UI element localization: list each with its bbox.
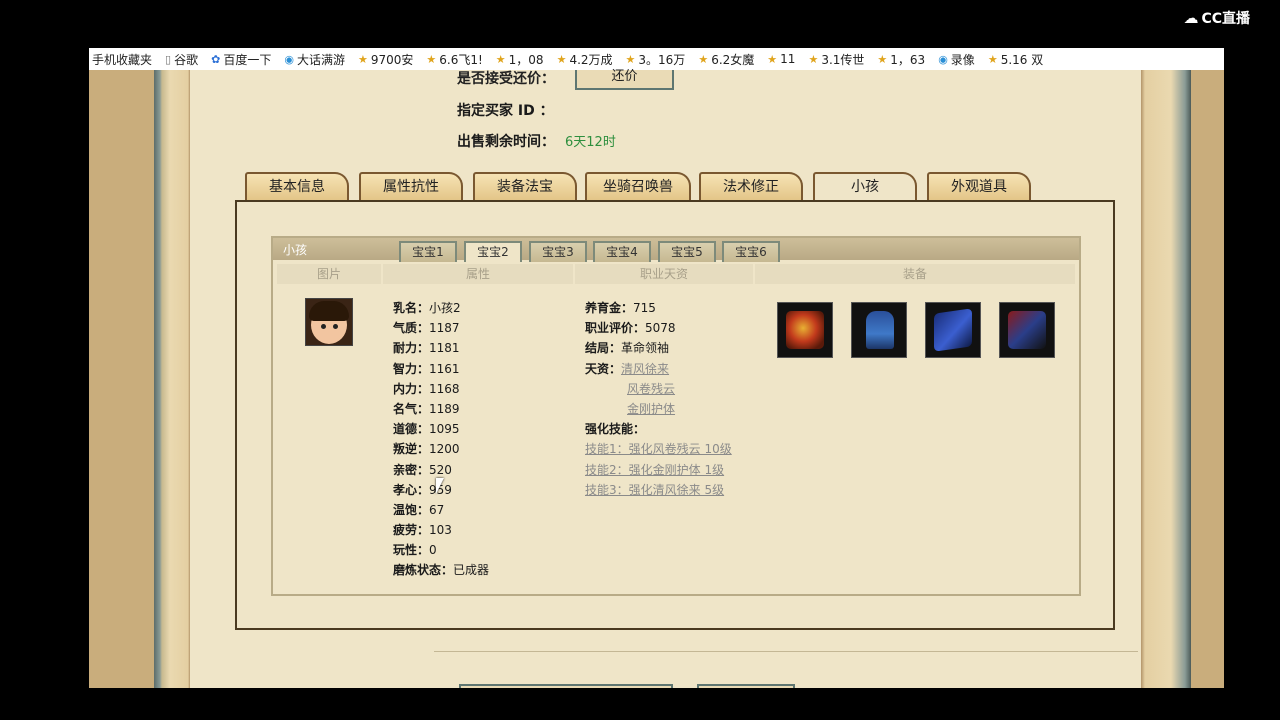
skill-link-2[interactable]: 技能2：强化金刚护体 1级 [585, 463, 724, 477]
attribute-row: 乳名：小孩2 [393, 301, 461, 315]
attribute-row: 玩性：0 [393, 543, 437, 558]
star-icon: ★ [357, 52, 368, 66]
tab-child[interactable]: 小孩 [813, 172, 917, 202]
star-icon: ★ [808, 52, 819, 66]
career-column: 养育金：715 职业评价：5078 结局：革命领袖 天资：清风徐来 风卷残云 金… [585, 301, 732, 497]
talent-link-3[interactable]: 金刚护体 [627, 402, 675, 416]
star-icon: ★ [767, 52, 778, 66]
star-icon: ★ [698, 52, 709, 66]
bookmark-item[interactable]: ◉ 大话满游 [284, 51, 345, 68]
star-icon: ★ [556, 52, 567, 66]
rating-value: 5078 [645, 321, 676, 336]
child-header: 小孩 宝宝1 宝宝2 宝宝3 宝宝4 宝宝5 宝宝6 [273, 238, 1079, 262]
mouse-cursor [436, 478, 444, 494]
talent-link-2[interactable]: 风卷残云 [627, 382, 675, 396]
subtab-baby-6[interactable]: 宝宝6 [722, 241, 780, 262]
bookmark-item[interactable]: ★ 1，08 [496, 51, 544, 68]
tab-spell-correction[interactable]: 法术修正 [699, 172, 803, 200]
attribute-row: 耐力：1181 [393, 341, 460, 356]
column-header-career: 职业天资 [575, 264, 753, 284]
tab-appearance[interactable]: 外观道具 [927, 172, 1031, 200]
talent-link-1[interactable]: 清风徐来 [621, 362, 669, 376]
cloud-icon: ☁ [1183, 9, 1199, 27]
bookmark-item[interactable]: ★ 4.2万成 [557, 51, 613, 68]
bookmark-item[interactable]: ◉ 录像 [938, 51, 975, 68]
bookmark-item[interactable]: ★ 1，63 [877, 51, 925, 68]
armor-box-icon [1008, 311, 1046, 349]
attribute-row: 磨炼状态：已成器 [393, 563, 490, 578]
tab-attributes[interactable]: 属性抗性 [359, 172, 463, 200]
buyer-id-row: 指定买家 ID ： [457, 103, 554, 119]
skills-label: 强化技能： [585, 422, 646, 437]
bargain-button[interactable]: 还价 [575, 70, 674, 90]
equipment-slot-1[interactable] [777, 302, 833, 358]
ending-value: 革命领袖 [621, 341, 670, 356]
child-avatar [305, 298, 353, 346]
fund-value: 715 [633, 301, 656, 315]
remaining-time-row: 出售剩余时间： 6天12时 [457, 134, 616, 150]
subtab-baby-3[interactable]: 宝宝3 [529, 241, 587, 262]
bookmark-item[interactable]: ★ 3。16万 [626, 51, 686, 68]
attribute-row: 内力：1168 [393, 381, 460, 396]
footer-divider [434, 651, 1138, 652]
blue-robe-icon [866, 311, 894, 349]
child-tab-panel: 小孩 宝宝1 宝宝2 宝宝3 宝宝4 宝宝5 宝宝6 图片 属性 职业天资 装备… [235, 200, 1115, 630]
bookmark-item[interactable]: ★ 6.2女魔 [698, 51, 754, 68]
browser-window: 手机收藏夹 ▯ 谷歌 ✿ 百度一下 ◉ 大话满游 ★ 9700安 ★ 6.6飞1! ★ 1，08 ★ 4.2… [89, 48, 1224, 688]
attribute-row: 疲劳：103 [393, 523, 452, 538]
child-info-box: 小孩 宝宝1 宝宝2 宝宝3 宝宝4 宝宝5 宝宝6 图片 属性 职业天资 装备… [271, 236, 1081, 596]
subtab-baby-2[interactable]: 宝宝2 [464, 241, 522, 262]
ie-icon: ◉ [284, 52, 294, 66]
bottom-button-left[interactable] [459, 684, 673, 688]
column-header-equipment: 装备 [755, 264, 1075, 284]
star-icon: ★ [495, 52, 506, 66]
equipment-slot-2[interactable] [851, 302, 907, 358]
bookmark-item[interactable]: ★ 11 [767, 52, 795, 66]
attribute-row: 温饱：67 [393, 502, 445, 517]
tab-equipment[interactable]: 装备法宝 [473, 172, 577, 200]
bottom-button-right[interactable] [697, 684, 795, 688]
page-icon: ▯ [165, 52, 172, 66]
star-icon: ★ [426, 52, 437, 66]
tab-basic-info[interactable]: 基本信息 [245, 172, 349, 200]
bookmark-item[interactable]: 手机收藏夹 [92, 51, 152, 68]
equipment-slot-3[interactable] [925, 302, 981, 358]
bookmark-item[interactable]: ★ 9700安 [358, 51, 413, 68]
attribute-list: 乳名：小孩2 气质：1187 耐力：1181 智力：1161 内力：1168 名气：118… [393, 299, 489, 582]
column-header-image: 图片 [277, 264, 381, 284]
subtab-baby-4[interactable]: 宝宝4 [593, 241, 651, 262]
treasure-chest-icon [786, 311, 824, 349]
attribute-row: 气质：1187 [393, 321, 460, 336]
attribute-row: 智力：1161 [393, 361, 460, 376]
bookmarks-bar: 手机收藏夹 ▯ 谷歌 ✿ 百度一下 ◉ 大话满游 ★ 9700安 ★ 6.6飞1! ★ 1，08 ★ 4.2… [89, 48, 1224, 70]
remaining-time-value: 6天12时 [565, 135, 616, 150]
star-icon: ★ [625, 52, 636, 66]
bookmark-item[interactable]: ★ 5.16 双 [988, 51, 1043, 68]
star-icon: ★ [987, 52, 998, 66]
bookmark-item[interactable]: ★ 6.6飞1! [426, 51, 482, 68]
attribute-row: 名气：1189 [393, 401, 460, 416]
skill-link-1[interactable]: 技能1：强化风卷残云 10级 [585, 442, 732, 456]
star-icon: ★ [877, 52, 888, 66]
tab-mounts-summons[interactable]: 坐骑召唤兽 [585, 172, 691, 200]
bookmark-item[interactable]: ★ 3.1传世 [808, 51, 864, 68]
right-frame [1141, 70, 1191, 688]
child-panel-title: 小孩 [283, 243, 308, 257]
subtab-baby-1[interactable]: 宝宝1 [399, 241, 457, 262]
equipment-slot-4[interactable] [999, 302, 1055, 358]
accept-bargain-label: 是否接受还价： [457, 71, 555, 87]
attribute-row: 道德：1095 [393, 422, 460, 437]
left-frame [154, 70, 190, 688]
subtab-baby-5[interactable]: 宝宝5 [658, 241, 716, 262]
paw-icon: ✿ [211, 52, 221, 66]
bookmark-item[interactable]: ▯ 谷歌 [165, 51, 198, 68]
blue-book-icon [934, 308, 972, 352]
column-header-attributes: 属性 [383, 264, 573, 284]
bookmark-item[interactable]: ✿ 百度一下 [211, 51, 271, 68]
skill-link-3[interactable]: 技能3：强化清风徐来 5级 [585, 483, 724, 497]
stream-brand: ☁ CC直播 [1183, 9, 1250, 27]
attribute-row: 叛逆：1200 [393, 442, 460, 457]
ie-icon: ◉ [938, 52, 948, 66]
